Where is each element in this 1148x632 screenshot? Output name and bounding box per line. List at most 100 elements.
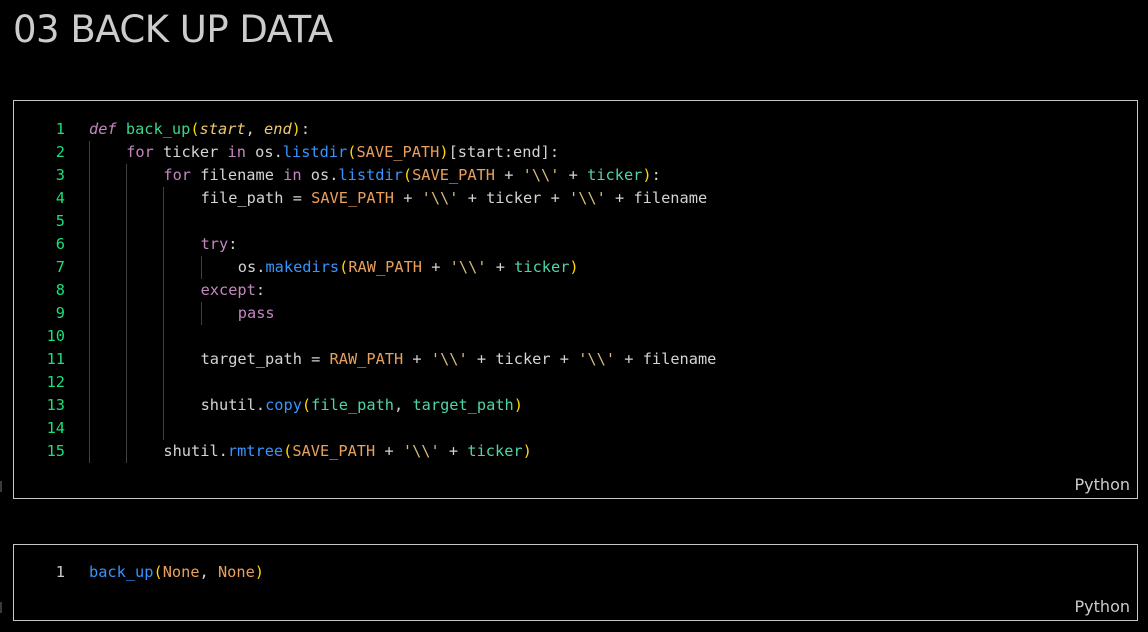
code-token: ( [283,442,293,460]
code-token: + [494,166,523,184]
code-token: + [486,258,515,276]
code-text[interactable]: for filename in os.listdir(SAVE_PATH + '… [163,164,660,187]
indent-guide [89,302,90,325]
code-line[interactable]: 12 [14,371,1137,394]
line-number: 12 [46,373,65,391]
indent-guide [89,164,90,187]
cell-language-label[interactable]: Python [1075,475,1130,494]
code-line[interactable]: 3 for filename in os.listdir(SAVE_PATH + … [14,164,1137,187]
code-line[interactable]: 15 shutil.rmtree(SAVE_PATH + '\\' + ticke… [14,440,1137,463]
code-token: ( [402,166,413,184]
code-token: ) [522,442,532,460]
code-token: makedirs [265,258,340,276]
indent-guide [89,417,90,440]
code-text[interactable]: shutil.rmtree(SAVE_PATH + '\\' + ticker) [163,440,531,463]
code-token: target_path [412,396,514,414]
code-token: for [163,166,192,184]
code-token: ) [254,563,265,581]
indent-guide [89,141,90,164]
line-number: 7 [55,258,65,276]
code-text[interactable]: os.makedirs(RAW_PATH + '\\' + ticker) [238,256,579,279]
code-text[interactable]: except: [201,279,265,302]
code-text[interactable]: try: [201,233,238,256]
code-text[interactable]: pass [238,302,275,325]
code-editor[interactable]: 1 def back_up(start, end): 2 for ticker in … [14,118,1137,463]
code-line[interactable]: 1 back_up(None, None) [14,561,1137,584]
code-token: ticker [153,143,228,161]
code-token: def [89,120,117,138]
line-number: 8 [55,281,65,299]
indent-guide [126,233,128,256]
code-token: ) [291,120,301,138]
code-text[interactable]: back_up(None, None) [89,561,264,584]
indent-guide [163,371,165,394]
code-cell-back-up-definition[interactable]: 1 def back_up(start, end): 2 for ticker in … [13,100,1138,499]
code-token: + ticker + [458,189,569,207]
code-line[interactable]: 2 for ticker in os.listdir(SAVE_PATH)[sta… [14,141,1137,164]
code-token: '\\' [430,350,468,368]
code-text[interactable]: def back_up(start, end): [89,118,310,141]
code-token: ( [153,563,163,581]
indent-guide [126,417,128,440]
code-text[interactable]: for ticker in os.listdir(SAVE_PATH)[star… [126,141,559,164]
cell-collapse-marker[interactable] [0,602,2,613]
line-number: 9 [55,304,65,322]
code-line[interactable]: 14 [14,417,1137,440]
indent-guide [163,187,165,210]
code-text[interactable]: file_path = SAVE_PATH + '\\' + ticker + … [201,187,708,210]
indent-guide [126,187,128,210]
code-token: listdir [338,166,403,184]
indent-guide [200,256,202,279]
code-token: '\\' [402,442,440,460]
code-token: ( [190,120,200,138]
cell-collapse-marker[interactable] [0,481,2,492]
code-line[interactable]: 9 pass [14,302,1137,325]
code-text[interactable]: target_path = RAW_PATH + '\\' + ticker +… [201,348,717,371]
code-line[interactable]: 7 os.makedirs(RAW_PATH + '\\' + ticker) [14,256,1137,279]
notebook-heading: 03 BACK UP DATA [13,8,333,51]
code-line[interactable]: 4 file_path = SAVE_PATH + '\\' + ticker +… [14,187,1137,210]
code-line[interactable]: 11 target_path = RAW_PATH + '\\' + ticker… [14,348,1137,371]
code-editor[interactable]: 1 back_up(None, None) [14,561,1137,584]
indent-guide [200,302,202,325]
code-token: os. [237,258,266,276]
indent-guide [163,233,165,256]
indent-guide [89,233,90,256]
line-number: 15 [46,442,65,460]
code-token: + [439,442,468,460]
indent-guide [89,394,90,417]
code-line[interactable]: 13 shutil.copy(file_path, target_path) [14,394,1137,417]
code-token: + [394,189,422,207]
line-number: 2 [55,143,65,161]
cell-language-label[interactable]: Python [1075,597,1130,616]
code-token: ticker [467,442,523,460]
indent-guide [163,325,165,348]
line-number: 14 [46,419,65,437]
code-token: ticker [514,258,570,276]
code-text[interactable]: shutil.copy(file_path, target_path) [201,394,523,417]
code-token: listdir [282,143,348,161]
code-line[interactable]: 6 try: [14,233,1137,256]
code-token: + filename [605,189,708,207]
code-line[interactable]: 8 except: [14,279,1137,302]
indent-guide [126,371,128,394]
line-number: 3 [55,166,65,184]
code-line[interactable]: 10 [14,325,1137,348]
code-line[interactable]: 5 [14,210,1137,233]
code-token: pass [237,304,275,322]
indent-guide [163,256,165,279]
line-number: 6 [55,235,65,253]
indent-guide [89,440,90,463]
indent-guide [89,210,90,233]
code-token: copy [265,396,302,414]
code-token: ticker [587,166,643,184]
code-cell-back-up-call[interactable]: 1 back_up(None, None) Python [13,544,1138,621]
code-token: file_path = [200,189,312,207]
code-token: + [422,258,450,276]
code-token: , [245,120,265,138]
code-token: + filename [615,350,717,368]
indent-guide [126,302,128,325]
code-token: RAW_PATH [348,258,423,276]
code-line[interactable]: 1 def back_up(start, end): [14,118,1137,141]
code-token: file_path [311,396,395,414]
